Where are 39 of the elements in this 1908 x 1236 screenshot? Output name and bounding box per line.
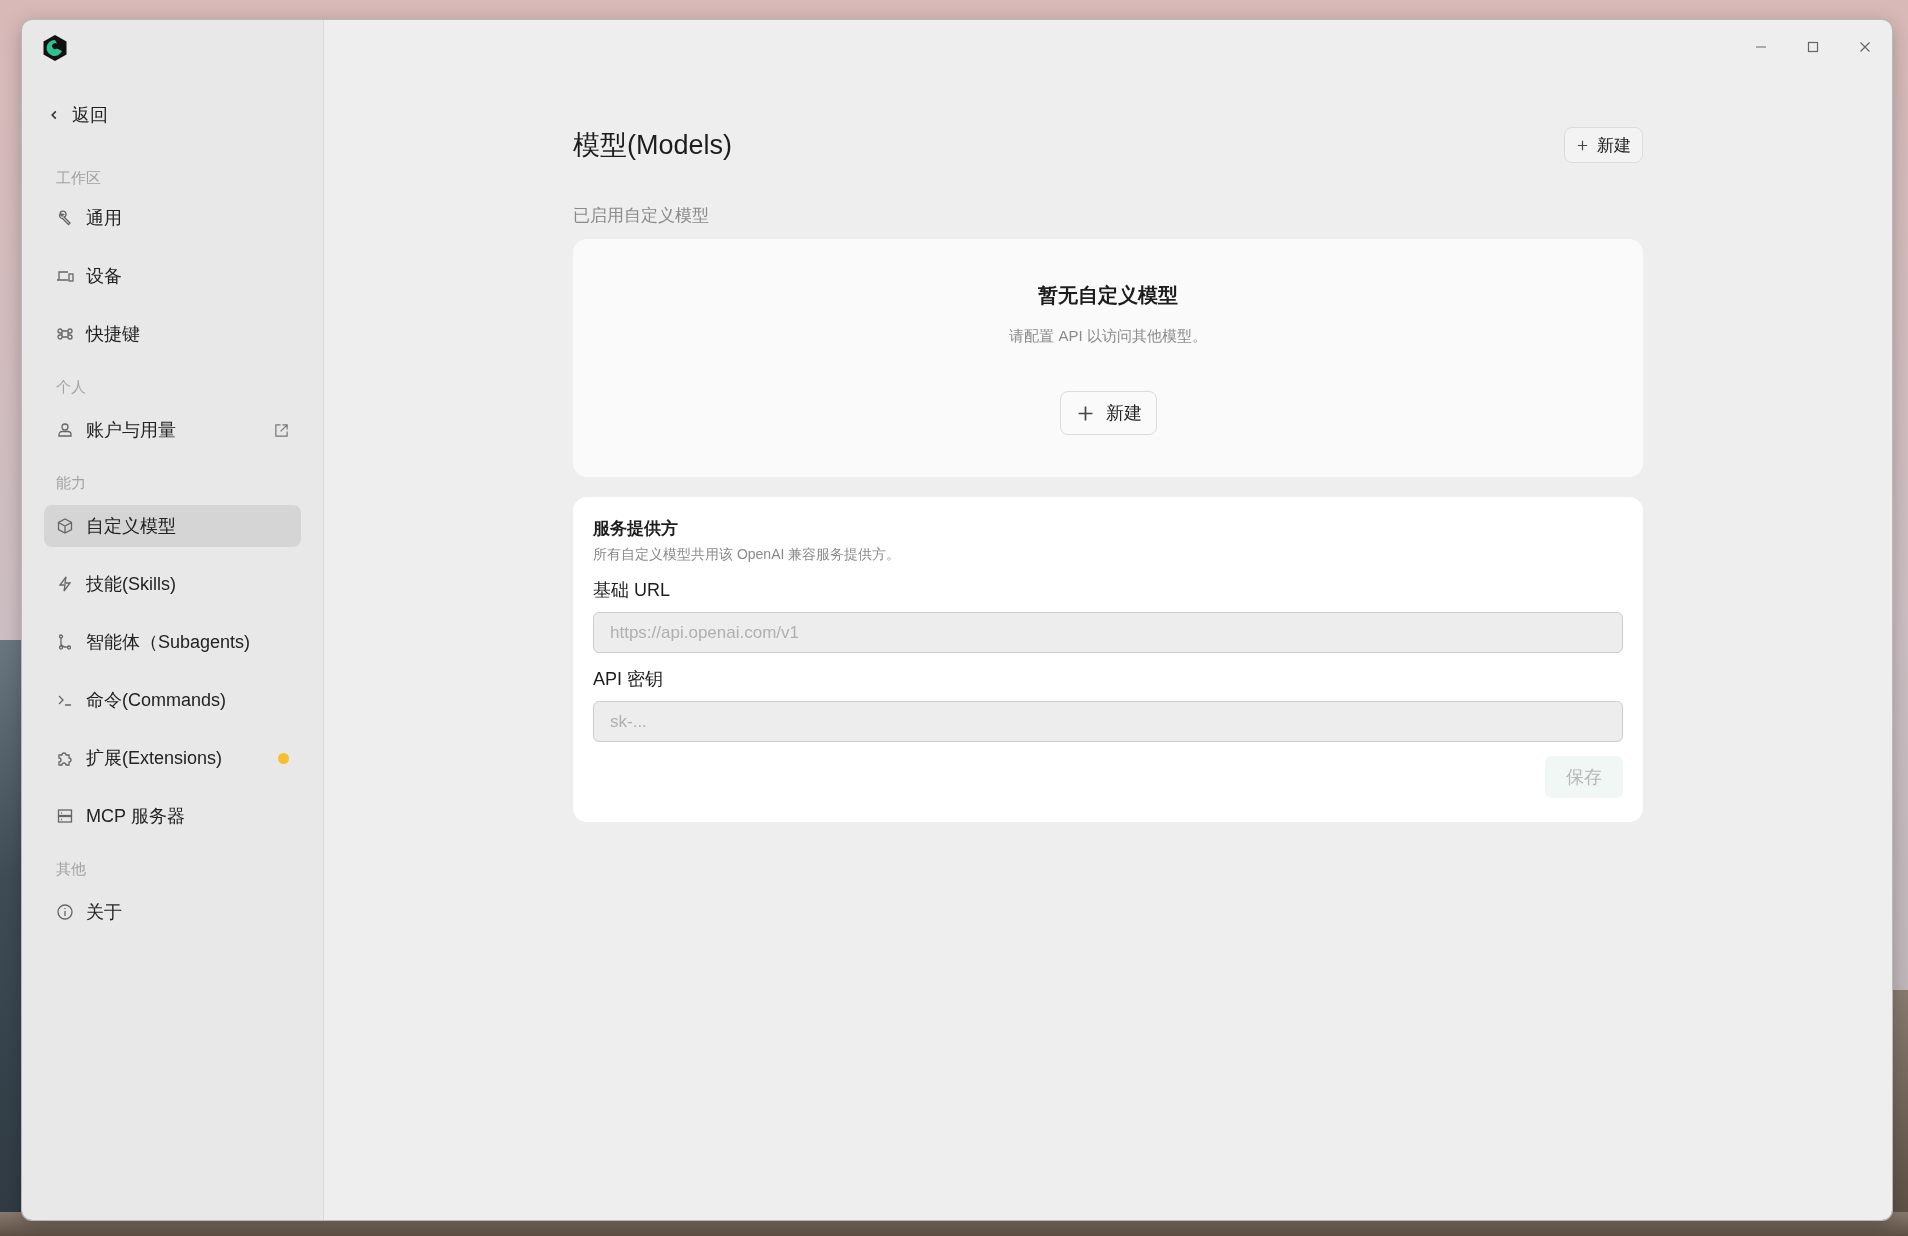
sidebar-item[interactable]: 快捷键	[44, 313, 301, 355]
field-label: 基础 URL	[593, 579, 671, 602]
sidebar-item[interactable]: 账户与用量	[44, 409, 301, 451]
section-label: 已启用自定义模型	[573, 205, 710, 227]
empty-title: 暂无自定义模型	[1038, 283, 1178, 308]
group-label: 其他	[55, 860, 87, 879]
sidebar-item[interactable]: 自定义模型	[44, 505, 301, 547]
puzzle-icon	[56, 749, 74, 767]
user-icon	[56, 421, 74, 439]
sidebar-item[interactable]: 智能体（Subagents)	[44, 621, 301, 663]
group-label: 能力	[55, 474, 87, 493]
logo-icon	[41, 34, 69, 62]
new-model-button[interactable]: 新建	[1059, 391, 1157, 435]
lightning-icon	[56, 575, 74, 593]
sidebar-item[interactable]: 设备	[44, 255, 301, 297]
info-icon	[56, 903, 74, 921]
group-label: 工作区	[55, 169, 102, 188]
back-button[interactable]: 返回	[44, 100, 108, 130]
server-icon	[56, 807, 74, 825]
input-field[interactable]: https://api.openai.com/v1	[593, 612, 1623, 653]
plus-icon	[1076, 404, 1094, 422]
provider-title: 服务提供方	[593, 518, 679, 540]
page-title: 模型(Models)	[573, 129, 733, 162]
sidebar-item[interactable]: MCP 服务器	[44, 795, 301, 837]
cube-icon	[56, 517, 74, 535]
sidebar-item[interactable]: 技能(Skills)	[44, 563, 301, 605]
field-label: API 密钥	[593, 668, 664, 691]
new-button[interactable]: 新建	[1564, 127, 1643, 163]
group-label: 个人	[55, 378, 87, 397]
provider-description: 所有自定义模型共用该 OpenAI 兼容服务提供方。	[593, 546, 902, 564]
sidebar-item[interactable]: 通用	[44, 197, 301, 239]
command-icon	[56, 325, 74, 343]
plus-icon	[1576, 138, 1589, 152]
sidebar-item[interactable]: 扩展(Extensions)	[44, 737, 301, 779]
branch-icon	[56, 633, 74, 651]
input-field[interactable]: sk-...	[593, 701, 1623, 742]
empty-hint: 请配置 API 以访问其他模型。	[1009, 327, 1207, 346]
sidebar-item[interactable]: 关于	[44, 891, 301, 933]
sidebar-item[interactable]: 命令(Commands)	[44, 679, 301, 721]
